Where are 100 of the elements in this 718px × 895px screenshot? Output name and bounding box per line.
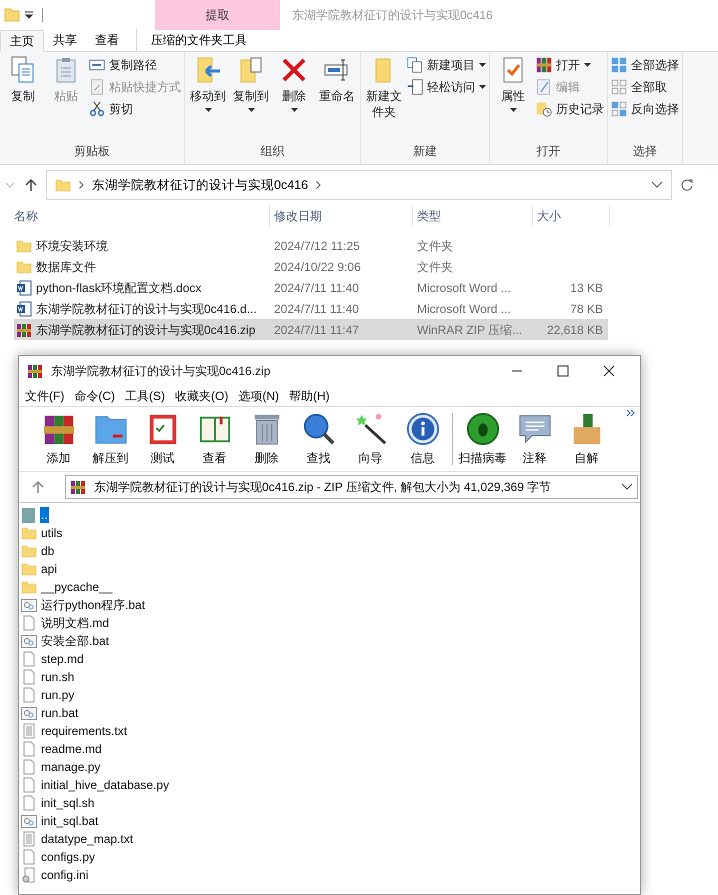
toolbar-button[interactable]: 测试: [137, 412, 188, 466]
gear-file-icon: [21, 633, 37, 649]
ribbon-button[interactable]: 复制到: [231, 56, 271, 142]
file-row[interactable]: 环境安装环境 2024/7/12 11:25 文件夹: [14, 235, 608, 256]
toolbar-button[interactable]: 解压到: [85, 412, 136, 466]
toolbar-button[interactable]: 自解: [561, 412, 612, 466]
ribbon-button[interactable]: 删除: [274, 56, 314, 142]
group-label: 打开: [536, 143, 562, 160]
menu-item[interactable]: 帮助(H): [289, 387, 330, 405]
ribbon-button[interactable]: 复制: [3, 56, 43, 142]
archive-entry[interactable]: configs.py: [40, 849, 96, 865]
address-bar[interactable]: 东湖学院教材征订的设计与实现0c416: [46, 170, 672, 200]
menu-item[interactable]: 命令(C): [74, 387, 115, 405]
up-arrow-icon[interactable]: [24, 178, 38, 192]
folder-icon: [21, 579, 37, 595]
ribbon-button[interactable]: 剪切: [89, 100, 181, 118]
ribbon-button[interactable]: 新建项目: [407, 56, 486, 74]
toolbar-button[interactable]: 查看: [189, 412, 240, 466]
menu-item[interactable]: 文件(F): [25, 387, 64, 405]
file-type: 文件夹: [416, 258, 454, 276]
file-row[interactable]: 东湖学院教材征订的设计与实现0c416.zip 2024/7/11 11:47 WinRAR ZIP 压缩... 22,618 KB: [14, 319, 608, 340]
column-header[interactable]: 名称: [10, 205, 270, 227]
archive-entry[interactable]: init_sql.bat: [40, 813, 100, 829]
file-icon: [21, 669, 37, 685]
archive-entry[interactable]: __pycache__: [40, 579, 114, 595]
archive-entry[interactable]: run.bat: [40, 705, 80, 721]
file-name: 东湖学院教材征订的设计与实现0c416.zip: [36, 322, 256, 338]
word-document-icon: [16, 280, 32, 296]
archive-entry[interactable]: api: [40, 561, 58, 577]
ribbon-button[interactable]: 全部选择: [611, 56, 679, 74]
ribbon-button[interactable]: 打开: [536, 56, 604, 74]
archive-entry[interactable]: 运行python程序.bat: [40, 597, 146, 613]
magic-wand-icon: [354, 412, 388, 446]
path-segment[interactable]: 东湖学院教材征订的设计与实现0c416: [92, 176, 308, 194]
ribbon-button[interactable]: 历史记录: [536, 100, 604, 118]
menu-item[interactable]: 收藏夹(O): [175, 387, 228, 405]
archive-entry[interactable]: initial_hive_database.py: [40, 777, 170, 793]
archive-entry[interactable]: requirements.txt: [40, 723, 128, 739]
ribbon-button[interactable]: 移动到: [188, 56, 228, 142]
ribbon-tab[interactable]: 主页: [0, 30, 44, 52]
ribbon-tab[interactable]: 查看: [86, 29, 128, 51]
column-header[interactable]: 修改日期: [270, 205, 413, 227]
caret-icon[interactable]: [621, 483, 633, 491]
column-header[interactable]: 大小: [533, 205, 610, 227]
file-row[interactable]: 东湖学院教材征订的设计与实现0c416.d... 2024/7/11 11:40 Microsoft Word ... 78 KB: [14, 298, 608, 319]
archive-entry[interactable]: db: [40, 543, 56, 559]
archive-entry[interactable]: datatype_map.txt: [40, 831, 134, 847]
menu-item[interactable]: 工具(S): [125, 387, 165, 405]
file-row[interactable]: 数据库文件 2024/10/22 9:06 文件夹: [14, 256, 608, 277]
caret-icon[interactable]: [24, 10, 34, 20]
toolbar-button[interactable]: 扫描病毒: [457, 412, 508, 466]
easy-access-icon: [407, 79, 423, 95]
path-dropdown[interactable]: 东湖学院教材征订的设计与实现0c416.zip - ZIP 压缩文件, 解包大小为 41,029,369 字节: [65, 475, 638, 499]
context-tab-header: 提取: [155, 0, 280, 30]
toolbar-button[interactable]: 向导: [345, 412, 396, 466]
refresh-icon[interactable]: [680, 178, 694, 192]
toolbar-button[interactable]: 添加: [33, 412, 84, 466]
toolbar-button[interactable]: 查找: [293, 412, 344, 466]
invert-selection-icon: [611, 101, 627, 117]
ribbon-button[interactable]: 全部取: [611, 78, 679, 96]
settings-file-icon: [21, 867, 37, 883]
chevron-icon: [79, 181, 84, 189]
toolbar-button[interactable]: 删除: [241, 412, 292, 466]
file-date: 2024/7/11 11:47: [273, 322, 360, 338]
file-name: 数据库文件: [36, 258, 96, 276]
menu-item[interactable]: 选项(N): [238, 387, 279, 405]
ribbon-button[interactable]: 重命名: [317, 56, 357, 142]
archive-entry[interactable]: 说明文档.md: [40, 615, 110, 631]
archive-entry[interactable]: readme.md: [40, 741, 103, 757]
ribbon-button[interactable]: 复制路径: [89, 56, 181, 74]
caret-icon: [584, 63, 591, 67]
archive-entry[interactable]: init_sql.sh: [40, 795, 96, 811]
file-icon: [21, 615, 37, 631]
ribbon-button[interactable]: 属性: [493, 56, 533, 142]
group-label: 剪贴板: [73, 143, 111, 160]
column-header[interactable]: 类型: [413, 205, 533, 227]
ribbon-button[interactable]: 反向选择: [611, 100, 679, 118]
archive-entry[interactable]: utils: [40, 525, 64, 541]
toolbar-button[interactable]: 注释: [509, 412, 560, 466]
overflow-chevron-icon[interactable]: [626, 409, 636, 417]
file-row[interactable]: python-flask环境配置文档.docx 2024/7/11 11:40 Microsoft Word ... 13 KB: [14, 277, 608, 298]
ribbon-tab[interactable]: 共享: [44, 29, 86, 51]
archive-entry[interactable]: step.md: [40, 651, 85, 667]
ribbon-tab[interactable]: 压缩的文件夹工具: [136, 29, 261, 51]
file-icon: [21, 687, 37, 703]
archive-entry[interactable]: config.ini: [40, 867, 90, 883]
file-icon: [21, 777, 37, 793]
file-name: 环境安装环境: [36, 238, 108, 254]
ribbon-button[interactable]: 新建文件夹: [364, 56, 404, 142]
new-item-icon: [407, 57, 423, 73]
archive-entry[interactable]: 安装全部.bat: [40, 633, 110, 649]
toolbar-button[interactable]: 信息: [397, 412, 448, 466]
archive-entry[interactable]: manage.py: [40, 759, 102, 775]
folder-icon: [21, 543, 37, 559]
file-type: Microsoft Word ...: [416, 280, 512, 296]
caret-icon[interactable]: [651, 181, 663, 189]
archive-entry[interactable]: run.py: [40, 687, 76, 703]
archive-entry[interactable]: ..: [40, 507, 49, 523]
archive-entry[interactable]: run.sh: [40, 669, 76, 685]
ribbon-button[interactable]: 轻松访问: [407, 78, 486, 96]
